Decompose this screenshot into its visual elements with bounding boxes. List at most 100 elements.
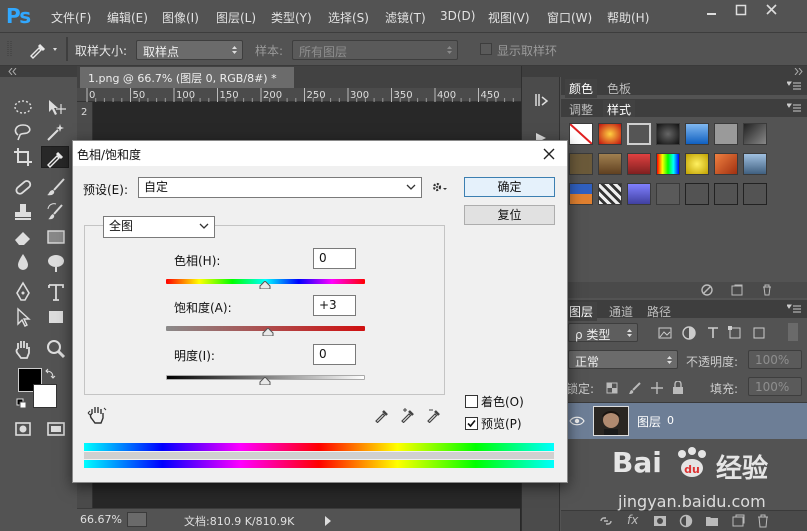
visibility-eye-icon[interactable] [569,415,585,427]
style-swatch[interactable] [714,153,738,175]
add-mask-icon[interactable] [653,515,667,527]
crop-tool-icon[interactable] [11,146,35,168]
menu-item[interactable]: 图层(L) [216,9,256,26]
style-swatch[interactable] [685,123,709,145]
saturation-slider-thumb[interactable] [262,328,274,336]
preset-options-gear-icon[interactable] [431,180,449,194]
document-tab[interactable]: 1.png @ 66.7% (图层 0, RGB/8#) * [80,67,294,88]
hand-tool-icon[interactable] [11,338,35,360]
lightness-slider-thumb[interactable] [259,377,271,385]
colorize-checkbox[interactable] [465,395,478,408]
sample-size-select[interactable]: 取样点 [136,40,243,60]
style-swatch[interactable] [656,183,680,205]
saturation-input[interactable]: +3 [313,295,356,316]
preset-select[interactable]: 自定 [138,177,422,198]
new-group-icon[interactable] [705,515,719,527]
eyedropper-plus-icon[interactable] [400,407,416,423]
fill-input[interactable]: 100% [748,377,802,396]
layer-row[interactable]: 图层 0 [561,403,807,439]
zoom-level[interactable]: 66.67% [80,513,122,526]
style-swatch[interactable] [685,153,709,175]
lightness-input[interactable]: 0 [313,344,356,365]
fx-icon[interactable]: fx [627,513,638,527]
reset-button[interactable]: 复位 [464,205,555,225]
layer-filter-select[interactable]: ρ 类型 [568,323,638,342]
filter-image-icon[interactable] [658,326,672,340]
eyedropper-preset-icon[interactable] [26,39,64,59]
tab-layers[interactable]: 图层 [565,302,598,321]
quick-mask-icon[interactable] [11,418,35,440]
style-swatch[interactable] [598,153,622,175]
style-swatch[interactable] [569,153,593,175]
pen-tool-icon[interactable] [11,281,35,303]
style-swatch[interactable] [627,123,651,145]
new-layer-icon[interactable] [731,514,745,528]
filter-type-icon[interactable] [706,326,720,340]
style-swatch[interactable] [685,183,709,205]
minimize-icon[interactable] [697,0,727,22]
tab-color[interactable]: 颜色 [565,79,598,98]
lock-all-icon[interactable] [672,381,684,395]
path-selection-icon[interactable] [11,306,35,328]
channel-select[interactable]: 全图 [103,216,215,238]
preview-checkbox[interactable] [465,417,478,430]
panel-menu-icon[interactable] [787,103,801,113]
maximize-icon[interactable] [726,0,756,22]
background-color-swatch[interactable] [33,384,57,408]
zoom-tool-icon[interactable] [44,338,68,360]
filter-shape-icon[interactable] [728,326,742,340]
default-colors-icon[interactable] [16,398,28,410]
style-swatch[interactable] [627,183,651,205]
blend-mode-select[interactable]: 正常 [568,350,678,369]
menu-item[interactable]: 视图(V) [488,9,530,26]
swap-colors-icon[interactable] [44,368,56,380]
on-image-adjust-hand-icon[interactable] [87,405,107,425]
tab-paths[interactable]: 路径 [643,302,675,321]
eyedropper-minus-icon[interactable] [426,407,442,423]
delete-layer-icon[interactable] [757,514,769,528]
type-tool-icon[interactable] [44,281,68,303]
filter-toggle[interactable] [788,323,798,341]
style-swatch[interactable] [598,123,622,145]
eyedropper-tool-icon[interactable] [41,146,69,168]
style-swatch[interactable] [743,153,767,175]
lock-pixels-icon[interactable] [628,381,642,395]
dialog-close-icon[interactable] [542,147,556,161]
ok-button[interactable]: 确定 [464,177,555,197]
healing-brush-icon[interactable] [11,176,35,198]
filter-adjust-icon[interactable] [682,326,696,340]
style-swatch[interactable] [598,183,622,205]
menu-item[interactable]: 帮助(H) [607,9,649,26]
style-swatch[interactable] [714,123,738,145]
filter-smart-icon[interactable] [752,326,766,340]
status-menu-icon[interactable] [127,512,147,527]
hue-input[interactable]: 0 [313,248,356,269]
menu-item[interactable]: 滤镜(T) [385,9,426,26]
marquee-tool-icon[interactable] [11,96,35,118]
new-style-icon[interactable] [731,284,743,296]
play-icon[interactable] [324,516,332,526]
magic-wand-tool-icon[interactable] [44,121,68,143]
eraser-tool-icon[interactable] [11,226,35,248]
rectangle-tool-icon[interactable] [44,306,68,328]
sample-select[interactable]: 所有图层 [292,40,458,60]
gradient-tool-icon[interactable] [44,226,68,248]
delete-style-icon[interactable] [761,284,773,296]
lock-transparent-icon[interactable] [606,382,618,394]
lock-position-icon[interactable] [650,381,664,395]
tab-swatches[interactable]: 色板 [603,79,635,98]
show-ring-checkbox[interactable] [480,43,492,55]
menu-item[interactable]: 编辑(E) [107,9,148,26]
style-swatch[interactable] [656,123,680,145]
menu-item[interactable]: 窗口(W) [547,9,592,26]
style-swatch[interactable] [714,183,738,205]
lasso-tool-icon[interactable] [11,121,35,143]
move-tool-icon[interactable] [44,96,68,118]
link-layers-icon[interactable] [599,515,613,527]
panel-menu-icon[interactable] [787,304,801,314]
close-window-icon[interactable] [757,0,787,22]
style-swatch[interactable] [569,183,593,205]
history-brush-icon[interactable] [44,201,68,223]
brush-tool-icon[interactable] [44,176,68,198]
eyedropper-icon[interactable] [374,407,390,423]
